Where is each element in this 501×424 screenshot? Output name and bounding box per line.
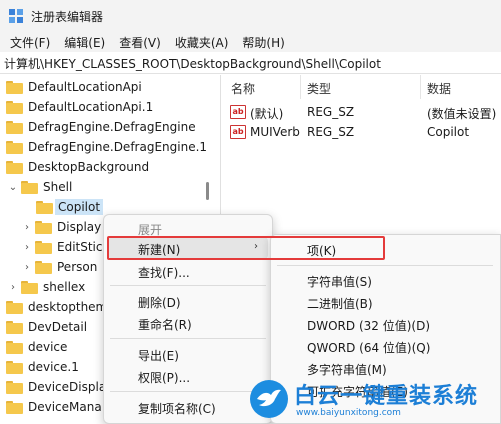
folder-icon [6,300,23,314]
tree-item[interactable]: DefaultLocationApi [6,77,142,97]
folder-icon [35,260,52,274]
tree-item[interactable]: device [6,337,67,357]
tree-item[interactable]: › shellex [8,277,85,297]
folder-icon [6,400,23,414]
folder-icon [35,220,52,234]
folder-icon [6,120,23,134]
watermark: 白云一键重装系统 www.baiyunxitong.com [250,378,501,424]
folder-icon [35,240,52,254]
tree-item[interactable]: DevDetail [6,317,87,337]
tree-item[interactable]: desktopthem [6,297,107,317]
folder-icon [36,200,53,214]
menu-divider [110,285,266,286]
value-name: MUIVerb [250,125,300,139]
tree-item[interactable]: DefragEngine.DefragEngine [6,117,196,137]
tree-item[interactable]: › Person [22,257,97,277]
tree-item[interactable]: DefragEngine.DefragEngine.1 [6,137,207,157]
column-divider[interactable] [300,75,301,99]
column-header-name[interactable]: 名称 [231,80,255,97]
value-type: REG_SZ [307,125,355,139]
menu-item-delete[interactable]: 删除(D) [104,290,272,312]
title-bar: 注册表编辑器 [0,0,501,32]
submenu-item-binary-value[interactable]: 二进制值(B) [271,291,500,313]
menu-divider [277,265,493,266]
submenu-item-qword-value[interactable]: QWORD (64 位值)(Q) [271,335,500,357]
menu-item-rename[interactable]: 重命名(R) [104,312,272,334]
tree-item[interactable]: DeviceMana [6,397,102,417]
tree-item[interactable]: › EditStic [22,237,103,257]
chevron-right-icon: › [254,241,258,252]
registry-editor-icon [9,9,23,23]
string-value-icon: ab [230,105,246,119]
column-divider[interactable] [420,75,421,99]
chevron-right-icon[interactable]: › [22,242,32,253]
menu-favorites[interactable]: 收藏夹(A) [168,34,236,51]
folder-icon [6,340,23,354]
registry-editor-window: 注册表编辑器 文件(F) 编辑(E) 查看(V) 收藏夹(A) 帮助(H) 计算… [0,0,501,424]
window-title: 注册表编辑器 [31,9,104,24]
column-header-type[interactable]: 类型 [307,80,331,97]
value-row[interactable]: ab (默认) REG_SZ (数值未设置) [221,102,501,122]
submenu-item-key[interactable]: 项(K) [271,238,500,260]
watermark-url: www.baiyunxitong.com [296,408,401,418]
menu-view[interactable]: 查看(V) [112,34,168,51]
menu-divider [110,391,266,392]
menu-item-copy-key-name[interactable]: 复制项名称(C) [104,396,272,418]
chevron-right-icon[interactable]: › [22,262,32,273]
tree-scrollbar-thumb[interactable] [206,182,209,200]
value-data: Copilot [427,125,470,139]
submenu-item-multi-string-value[interactable]: 多字符串值(M) [271,357,500,379]
folder-icon [6,160,23,174]
tree-item[interactable]: DefaultLocationApi.1 [6,97,153,117]
folder-icon [6,100,23,114]
menu-help[interactable]: 帮助(H) [235,34,291,51]
folder-icon [6,80,23,94]
watermark-title: 白云一键重装系统 [294,384,479,409]
value-row[interactable]: ab MUIVerb REG_SZ Copilot [221,122,501,142]
menu-item-find[interactable]: 查找(F)... [104,260,272,282]
menu-item-expand: 展开 [138,223,163,237]
address-bar[interactable]: 计算机\HKEY_CLASSES_ROOT\DesktopBackground\… [0,54,501,74]
value-data: (数值未设置) [427,107,497,121]
menu-divider [110,338,266,339]
menu-item-new[interactable]: 新建(N) › [108,237,268,259]
tree-item[interactable]: › Display [22,217,101,237]
context-menu: 展开 新建(N) › 查找(F)... 删除(D) 重命名(R) 导出(E) 权限… [103,214,273,424]
folder-icon [6,360,23,374]
chevron-right-icon[interactable]: › [8,282,18,293]
tree-item[interactable]: DesktopBackground [6,157,149,177]
folder-icon [21,180,38,194]
tree-item[interactable]: device.1 [6,357,79,377]
folder-icon [6,320,23,334]
tree-item[interactable]: DeviceDispla [6,377,106,397]
submenu-item-dword-value[interactable]: DWORD (32 位值)(D) [271,313,500,335]
column-header-data[interactable]: 数据 [427,80,451,97]
chevron-down-icon[interactable]: ⌄ [8,182,18,193]
menu-bar: 文件(F) 编辑(E) 查看(V) 收藏夹(A) 帮助(H) [0,32,501,52]
menu-edit[interactable]: 编辑(E) [57,34,112,51]
submenu-item-string-value[interactable]: 字符串值(S) [271,269,500,291]
bird-logo-icon [250,380,288,418]
tree-item-shell[interactable]: ⌄ Shell [8,177,72,197]
value-type: REG_SZ [307,105,355,119]
menu-item-permissions[interactable]: 权限(P)... [104,365,272,387]
folder-icon [6,140,23,154]
tree-item-copilot[interactable]: Copilot [36,197,104,217]
menu-item-export[interactable]: 导出(E) [104,343,272,365]
string-value-icon: ab [230,125,246,139]
folder-icon [6,380,23,394]
menu-file[interactable]: 文件(F) [3,34,57,51]
chevron-right-icon[interactable]: › [22,222,32,233]
folder-icon [21,280,38,294]
value-name: (默认) [250,107,284,121]
